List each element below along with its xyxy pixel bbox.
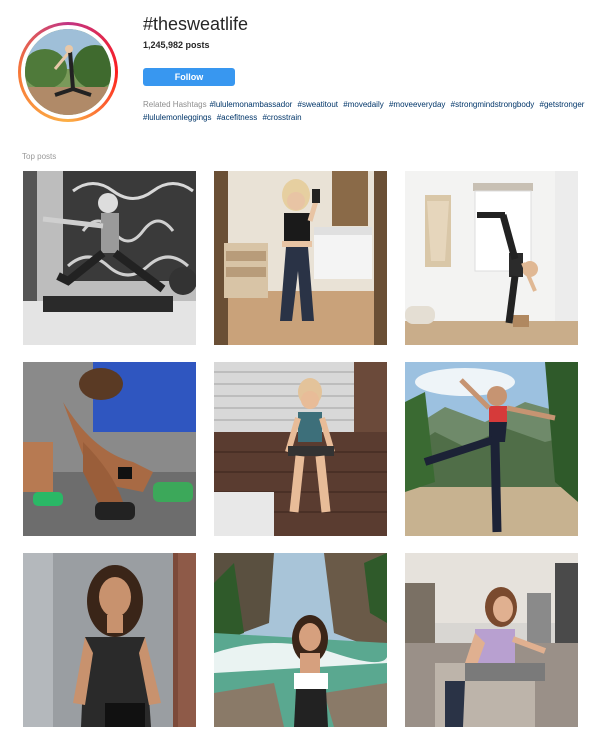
post-city-balcony[interactable] — [405, 553, 578, 727]
related-tag-acefitness[interactable]: #acefitness — [217, 113, 257, 122]
post-count: 1,245,982 posts — [143, 40, 210, 50]
related-tag-getstronger[interactable]: #getstronger — [540, 100, 585, 109]
post-smiling-portrait[interactable] — [23, 553, 196, 727]
follow-button[interactable]: Follow — [143, 68, 235, 86]
post-reformer-pilates[interactable] — [23, 171, 196, 345]
related-tag-lululemonambassador[interactable]: #lululemonambassador — [210, 100, 293, 109]
post-tying-shoes[interactable] — [23, 362, 196, 536]
hashtag-title: #thesweatlife — [143, 14, 249, 34]
hashtag-profile-picture[interactable] — [18, 22, 118, 122]
top-posts-heading: Top posts — [22, 152, 57, 161]
related-hashtags-label: Related Hashtags — [143, 100, 207, 109]
post-mirror-selfie[interactable] — [214, 171, 387, 345]
post-mountain-pose[interactable] — [405, 362, 578, 536]
related-tag-crosstrain[interactable]: #crosstrain — [262, 113, 301, 122]
related-hashtags: Related Hashtags #lululemonambassador #sw… — [143, 98, 588, 124]
post-deck-workout[interactable] — [214, 362, 387, 536]
related-tag-moveeveryday[interactable]: #moveeveryday — [389, 100, 445, 109]
post-standing-yoga-pose[interactable] — [405, 171, 578, 345]
post-river-portrait[interactable] — [214, 553, 387, 727]
related-tag-lululemonleggings[interactable]: #lululemonleggings — [143, 113, 212, 122]
related-tag-sweatitout[interactable]: #sweatitout — [298, 100, 338, 109]
profile-ring-inner — [21, 25, 115, 119]
related-tag-strongmindstrongbody[interactable]: #strongmindstrongbody — [451, 100, 535, 109]
profile-photo — [25, 29, 111, 115]
related-tag-movedaily[interactable]: #movedaily — [343, 100, 383, 109]
